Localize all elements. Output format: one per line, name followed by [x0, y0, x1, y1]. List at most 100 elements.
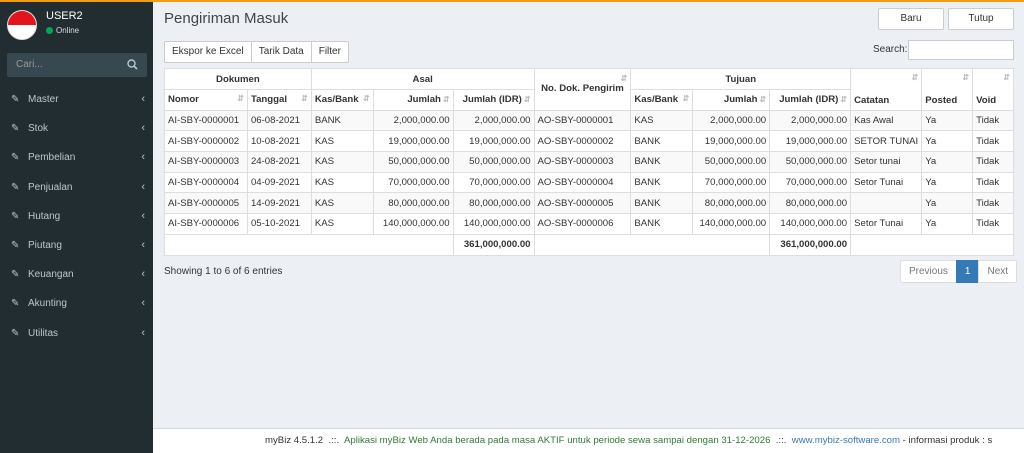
online-dot-icon [46, 27, 53, 34]
new-button[interactable]: Baru [878, 8, 944, 30]
sort-icon: ⇵ [1003, 73, 1010, 82]
sidebar-item-pembelian[interactable]: ✎ Pembelian ‹ [0, 143, 153, 172]
cell-t-jumlah-idr: 70,000,000.00 [769, 171, 852, 194]
chevron-left-icon: ‹ [141, 122, 145, 135]
sort-icon: ⇵ [523, 95, 531, 105]
footer-message: Aplikasi myBiz Web Anda berada pada masa… [343, 435, 771, 446]
header-tujuan-kasbank[interactable]: Kas/Bank ⇵ [630, 89, 694, 111]
pagination-previous[interactable]: Previous [900, 260, 957, 283]
table-row[interactable]: AI-SBY-0000005 14-09-2021 KAS 80,000,000.00… [164, 192, 1014, 215]
header-tujuan-jumlah[interactable]: Jumlah ⇵ [692, 89, 771, 111]
sort-icon: ⇵ [840, 95, 848, 105]
cell-jumlah: 2,000,000.00 [372, 109, 454, 132]
header-tujuan-jumlah-idr[interactable]: Jumlah (IDR) ⇵ [769, 89, 852, 111]
cell-kasbank: BANK [310, 109, 374, 132]
sort-icon: ⇵ [759, 95, 767, 105]
table-row[interactable]: AI-SBY-0000003 24-08-2021 KAS 50,000,000.00… [164, 151, 1014, 173]
header-nomor[interactable]: Nomor ⇵ [164, 89, 248, 111]
header-tanggal[interactable]: Tanggal ⇵ [246, 89, 312, 111]
cell-t-jumlah-idr: 2,000,000.00 [769, 109, 852, 132]
sidebar-item-piutang[interactable]: ✎ Piutang ‹ [0, 231, 153, 260]
pagination-page-1[interactable]: 1 [955, 260, 980, 283]
cell-t-jumlah-idr: 19,000,000.00 [769, 130, 852, 153]
cell-nodok: AO-SBY-0000006 [533, 213, 632, 235]
sidebar-search-placeholder: Cari... [16, 59, 43, 70]
sidebar-item-utilitas[interactable]: ✎ Utilitas ‹ [0, 319, 153, 348]
cell-catatan: SETOR TUNAI [850, 130, 923, 153]
cell-t-jumlah: 80,000,000.00 [692, 192, 771, 215]
header-void[interactable]: Void ⇵ [972, 68, 1014, 111]
header-label: Jumlah (IDR) [462, 94, 522, 106]
table-row[interactable]: AI-SBY-0000002 10-08-2021 KAS 19,000,000.00… [164, 130, 1014, 153]
header-posted[interactable]: Posted ⇵ [921, 68, 974, 111]
edit-icon: ✎ [11, 181, 20, 193]
sidebar-item-label: Master [28, 94, 59, 105]
sidebar-item-label: Pembelian [28, 152, 76, 164]
edit-icon: ✎ [11, 210, 20, 222]
footer-website-link[interactable]: www.mybiz-software.com [792, 435, 900, 446]
cell-jumlah: 50,000,000.00 [372, 151, 454, 173]
cell-nomor: AI-SBY-0000004 [164, 171, 248, 194]
cell-jumlah: 80,000,000.00 [372, 192, 454, 215]
table-row[interactable]: AI-SBY-0000006 05-10-2021 KAS 140,000,000.0… [164, 213, 1014, 235]
chevron-left-icon: ‹ [141, 151, 145, 164]
cell-t-jumlah: 140,000,000.00 [692, 213, 771, 235]
sidebar-item-akunting[interactable]: ✎ Akunting ‹ [0, 289, 153, 318]
sidebar-item-stok[interactable]: ✎ Stok ‹ [0, 114, 153, 143]
user-name: USER2 [46, 10, 83, 22]
search-icon[interactable] [127, 59, 138, 70]
header-label: Jumlah [407, 94, 441, 106]
cell-void: Tidak [972, 109, 1014, 132]
sidebar-item-penjualan[interactable]: ✎ Penjualan ‹ [0, 173, 153, 202]
table-search-input[interactable] [908, 40, 1014, 60]
cell-void: Tidak [972, 151, 1014, 173]
pagination-info: Showing 1 to 6 of 6 entries [164, 266, 283, 277]
header-asal-jumlah[interactable]: Jumlah ⇵ [372, 89, 454, 111]
sidebar-item-label: Keuangan [28, 269, 74, 281]
cell-nodok: AO-SBY-0000001 [533, 109, 632, 132]
total-tujuan-idr: 361,000,000.00 [769, 233, 852, 256]
close-button[interactable]: Tutup [948, 8, 1014, 30]
table-row[interactable]: AI-SBY-0000004 04-09-2021 KAS 70,000,000.00… [164, 171, 1014, 194]
cell-posted: Ya [921, 171, 974, 194]
page-title: Pengiriman Masuk [164, 10, 289, 27]
sidebar-item-master[interactable]: ✎ Master ‹ [0, 85, 153, 114]
footer-version: myBiz 4.5.1.2 [265, 435, 324, 446]
table-row[interactable]: AI-SBY-0000001 06-08-2021 BANK 2,000,000.00… [164, 109, 1014, 132]
cell-t-kasbank: BANK [630, 130, 694, 153]
header-catatan[interactable]: Catatan ⇵ [850, 68, 923, 111]
chevron-left-icon: ‹ [141, 209, 145, 222]
header-no-dok-pengirim[interactable]: No. Dok. Pengirim ⇵ [533, 68, 632, 111]
sidebar-item-label: Piutang [28, 239, 62, 251]
sort-icon: ⇵ [301, 94, 308, 104]
header-label: Catatan [854, 94, 890, 106]
sort-icon: ⇵ [962, 73, 970, 82]
fetch-data-button[interactable]: Tarik Data [250, 41, 312, 63]
edit-icon: ✎ [11, 239, 20, 251]
cell-tanggal: 04-09-2021 [246, 171, 312, 194]
export-excel-button[interactable]: Ekspor ke Excel [164, 41, 252, 63]
cell-jumlah-idr: 50,000,000.00 [452, 151, 535, 173]
sidebar-item-keuangan[interactable]: ✎ Keuangan ‹ [0, 260, 153, 289]
header-asal-jumlah-idr[interactable]: Jumlah (IDR) ⇵ [452, 89, 535, 111]
sort-icon: ⇵ [237, 94, 244, 104]
total-spacer [164, 233, 454, 256]
cell-jumlah: 140,000,000.00 [372, 213, 454, 235]
cell-t-jumlah: 50,000,000.00 [692, 151, 771, 173]
filter-button[interactable]: Filter [310, 41, 349, 63]
sidebar-search-input[interactable]: Cari... [7, 53, 147, 77]
header-asal-kasbank[interactable]: Kas/Bank ⇵ [310, 89, 374, 111]
pagination-next[interactable]: Next [978, 260, 1018, 283]
footer: myBiz 4.5.1.2 .::. Aplikasi myBiz Web An… [153, 428, 1024, 453]
cell-tanggal: 05-10-2021 [246, 213, 312, 235]
cell-t-jumlah-idr: 50,000,000.00 [769, 151, 852, 173]
cell-void: Tidak [972, 171, 1014, 194]
chevron-left-icon: ‹ [141, 268, 145, 281]
cell-t-kasbank: BANK [630, 151, 694, 173]
group-header-tujuan: Tujuan [630, 68, 852, 90]
chevron-left-icon: ‹ [141, 180, 145, 193]
cell-posted: Ya [921, 192, 974, 215]
header-label: Posted [925, 94, 958, 106]
sidebar-item-hutang[interactable]: ✎ Hutang ‹ [0, 202, 153, 231]
cell-t-jumlah-idr: 140,000,000.00 [769, 213, 852, 235]
